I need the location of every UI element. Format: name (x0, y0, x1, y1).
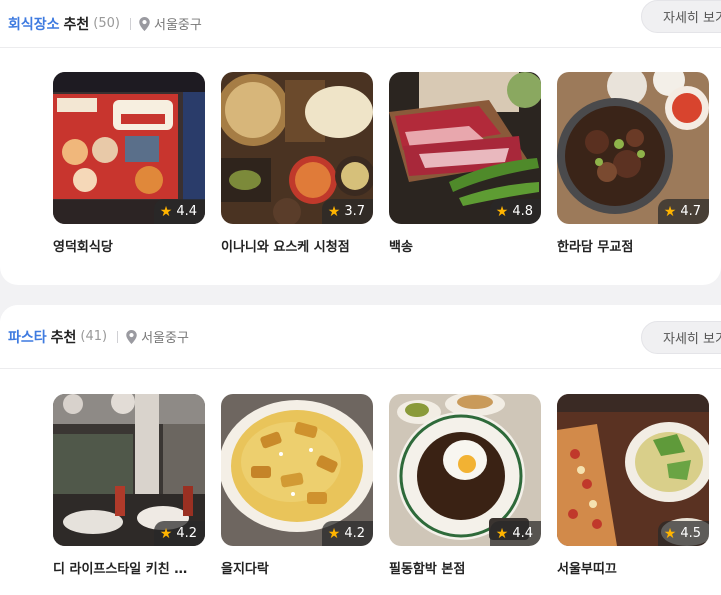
more-button[interactable]: 자세히 보기 (641, 321, 721, 354)
restaurant-name[interactable]: 서울부띠끄 (557, 558, 707, 577)
restaurant-card[interactable]: ★ 4.2 디 라이프스타일 키친 … (53, 394, 205, 577)
restaurant-name[interactable]: 이나니와 요스케 시청점 (221, 236, 371, 255)
recommend-section-pasta: 파스타 추천 (41) 서울중구 자세히 보기 ★ 4.2 디 라이프스타일 키… (0, 305, 721, 595)
section-keyword[interactable]: 회식장소 (8, 14, 60, 34)
section-count: (41) (80, 329, 108, 344)
restaurant-name[interactable]: 한라담 무교점 (557, 236, 707, 255)
star-icon: ★ (327, 525, 341, 542)
section-suffix: 추천 (63, 16, 90, 33)
star-icon: ★ (327, 203, 341, 220)
star-icon: ★ (663, 203, 677, 220)
section-location[interactable]: 서울중구 (141, 327, 189, 346)
rating-badge: ★ 4.7 (657, 199, 709, 224)
rating-value: 4.4 (512, 526, 533, 541)
recommend-section-hoesik: 회식장소 추천 (50) 서울중구 자세히 보기 ★ 4.4 영덕회식당 ★ 3… (0, 0, 721, 285)
star-icon: ★ (663, 525, 677, 542)
section-header: 파스타 추천 (41) 서울중구 (0, 305, 721, 369)
restaurant-photo[interactable]: ★ 4.2 (53, 394, 205, 546)
restaurant-card[interactable]: ★ 3.7 이나니와 요스케 시청점 (221, 72, 373, 255)
restaurant-photo[interactable]: ★ 4.7 (557, 72, 709, 224)
rating-value: 4.4 (176, 204, 197, 219)
rating-badge: ★ 4.2 (321, 521, 373, 546)
restaurant-card[interactable]: ★ 4.5 서울부띠끄 (557, 394, 709, 577)
restaurant-photo[interactable]: ★ 4.5 (557, 394, 709, 546)
more-button[interactable]: 자세히 보기 (641, 0, 721, 33)
rating-value: 3.7 (344, 204, 365, 219)
star-icon: ★ (159, 203, 173, 220)
section-suffix: 추천 (50, 329, 77, 346)
restaurant-photo[interactable]: ★ 4.4 (389, 394, 541, 546)
rating-value: 4.2 (344, 526, 365, 541)
restaurant-card[interactable]: ★ 4.8 백송 (389, 72, 541, 255)
section-keyword[interactable]: 파스타 (8, 327, 47, 347)
rating-value: 4.8 (512, 204, 533, 219)
rating-value: 4.7 (680, 204, 701, 219)
restaurant-name[interactable]: 영덕회식당 (53, 236, 203, 255)
restaurant-name[interactable]: 을지다락 (221, 558, 371, 577)
location-pin-icon (126, 329, 137, 344)
rating-badge: ★ 4.2 (153, 521, 205, 546)
restaurant-card[interactable]: ★ 4.4 필동함박 본점 (389, 394, 541, 577)
star-icon: ★ (495, 525, 509, 542)
restaurant-photo[interactable]: ★ 4.8 (389, 72, 541, 224)
rating-badge: ★ 3.7 (321, 199, 373, 224)
restaurant-photo[interactable]: ★ 4.2 (221, 394, 373, 546)
rating-badge: ★ 4.4 (153, 199, 205, 224)
restaurant-card[interactable]: ★ 4.2 을지다락 (221, 394, 373, 577)
section-count: (50) (93, 16, 120, 31)
star-icon: ★ (159, 525, 173, 542)
rating-badge: ★ 4.5 (657, 521, 709, 546)
divider (117, 330, 119, 343)
restaurant-card[interactable]: ★ 4.7 한라담 무교점 (557, 72, 709, 255)
location-pin-icon (139, 16, 150, 31)
star-icon: ★ (495, 203, 509, 220)
divider (129, 17, 131, 30)
rating-badge: ★ 4.4 (489, 521, 541, 546)
restaurant-name[interactable]: 필동함박 본점 (389, 558, 539, 577)
rating-badge: ★ 4.8 (489, 199, 541, 224)
restaurant-name[interactable]: 백송 (389, 236, 539, 255)
rating-value: 4.2 (176, 526, 197, 541)
restaurant-photo[interactable]: ★ 4.4 (53, 72, 205, 224)
restaurant-card[interactable]: ★ 4.4 영덕회식당 (53, 72, 205, 255)
section-location[interactable]: 서울중구 (154, 14, 202, 33)
restaurant-photo[interactable]: ★ 3.7 (221, 72, 373, 224)
restaurant-name[interactable]: 디 라이프스타일 키친 … (53, 558, 203, 577)
rating-value: 4.5 (680, 526, 701, 541)
section-header: 회식장소 추천 (50) 서울중구 (0, 0, 721, 48)
